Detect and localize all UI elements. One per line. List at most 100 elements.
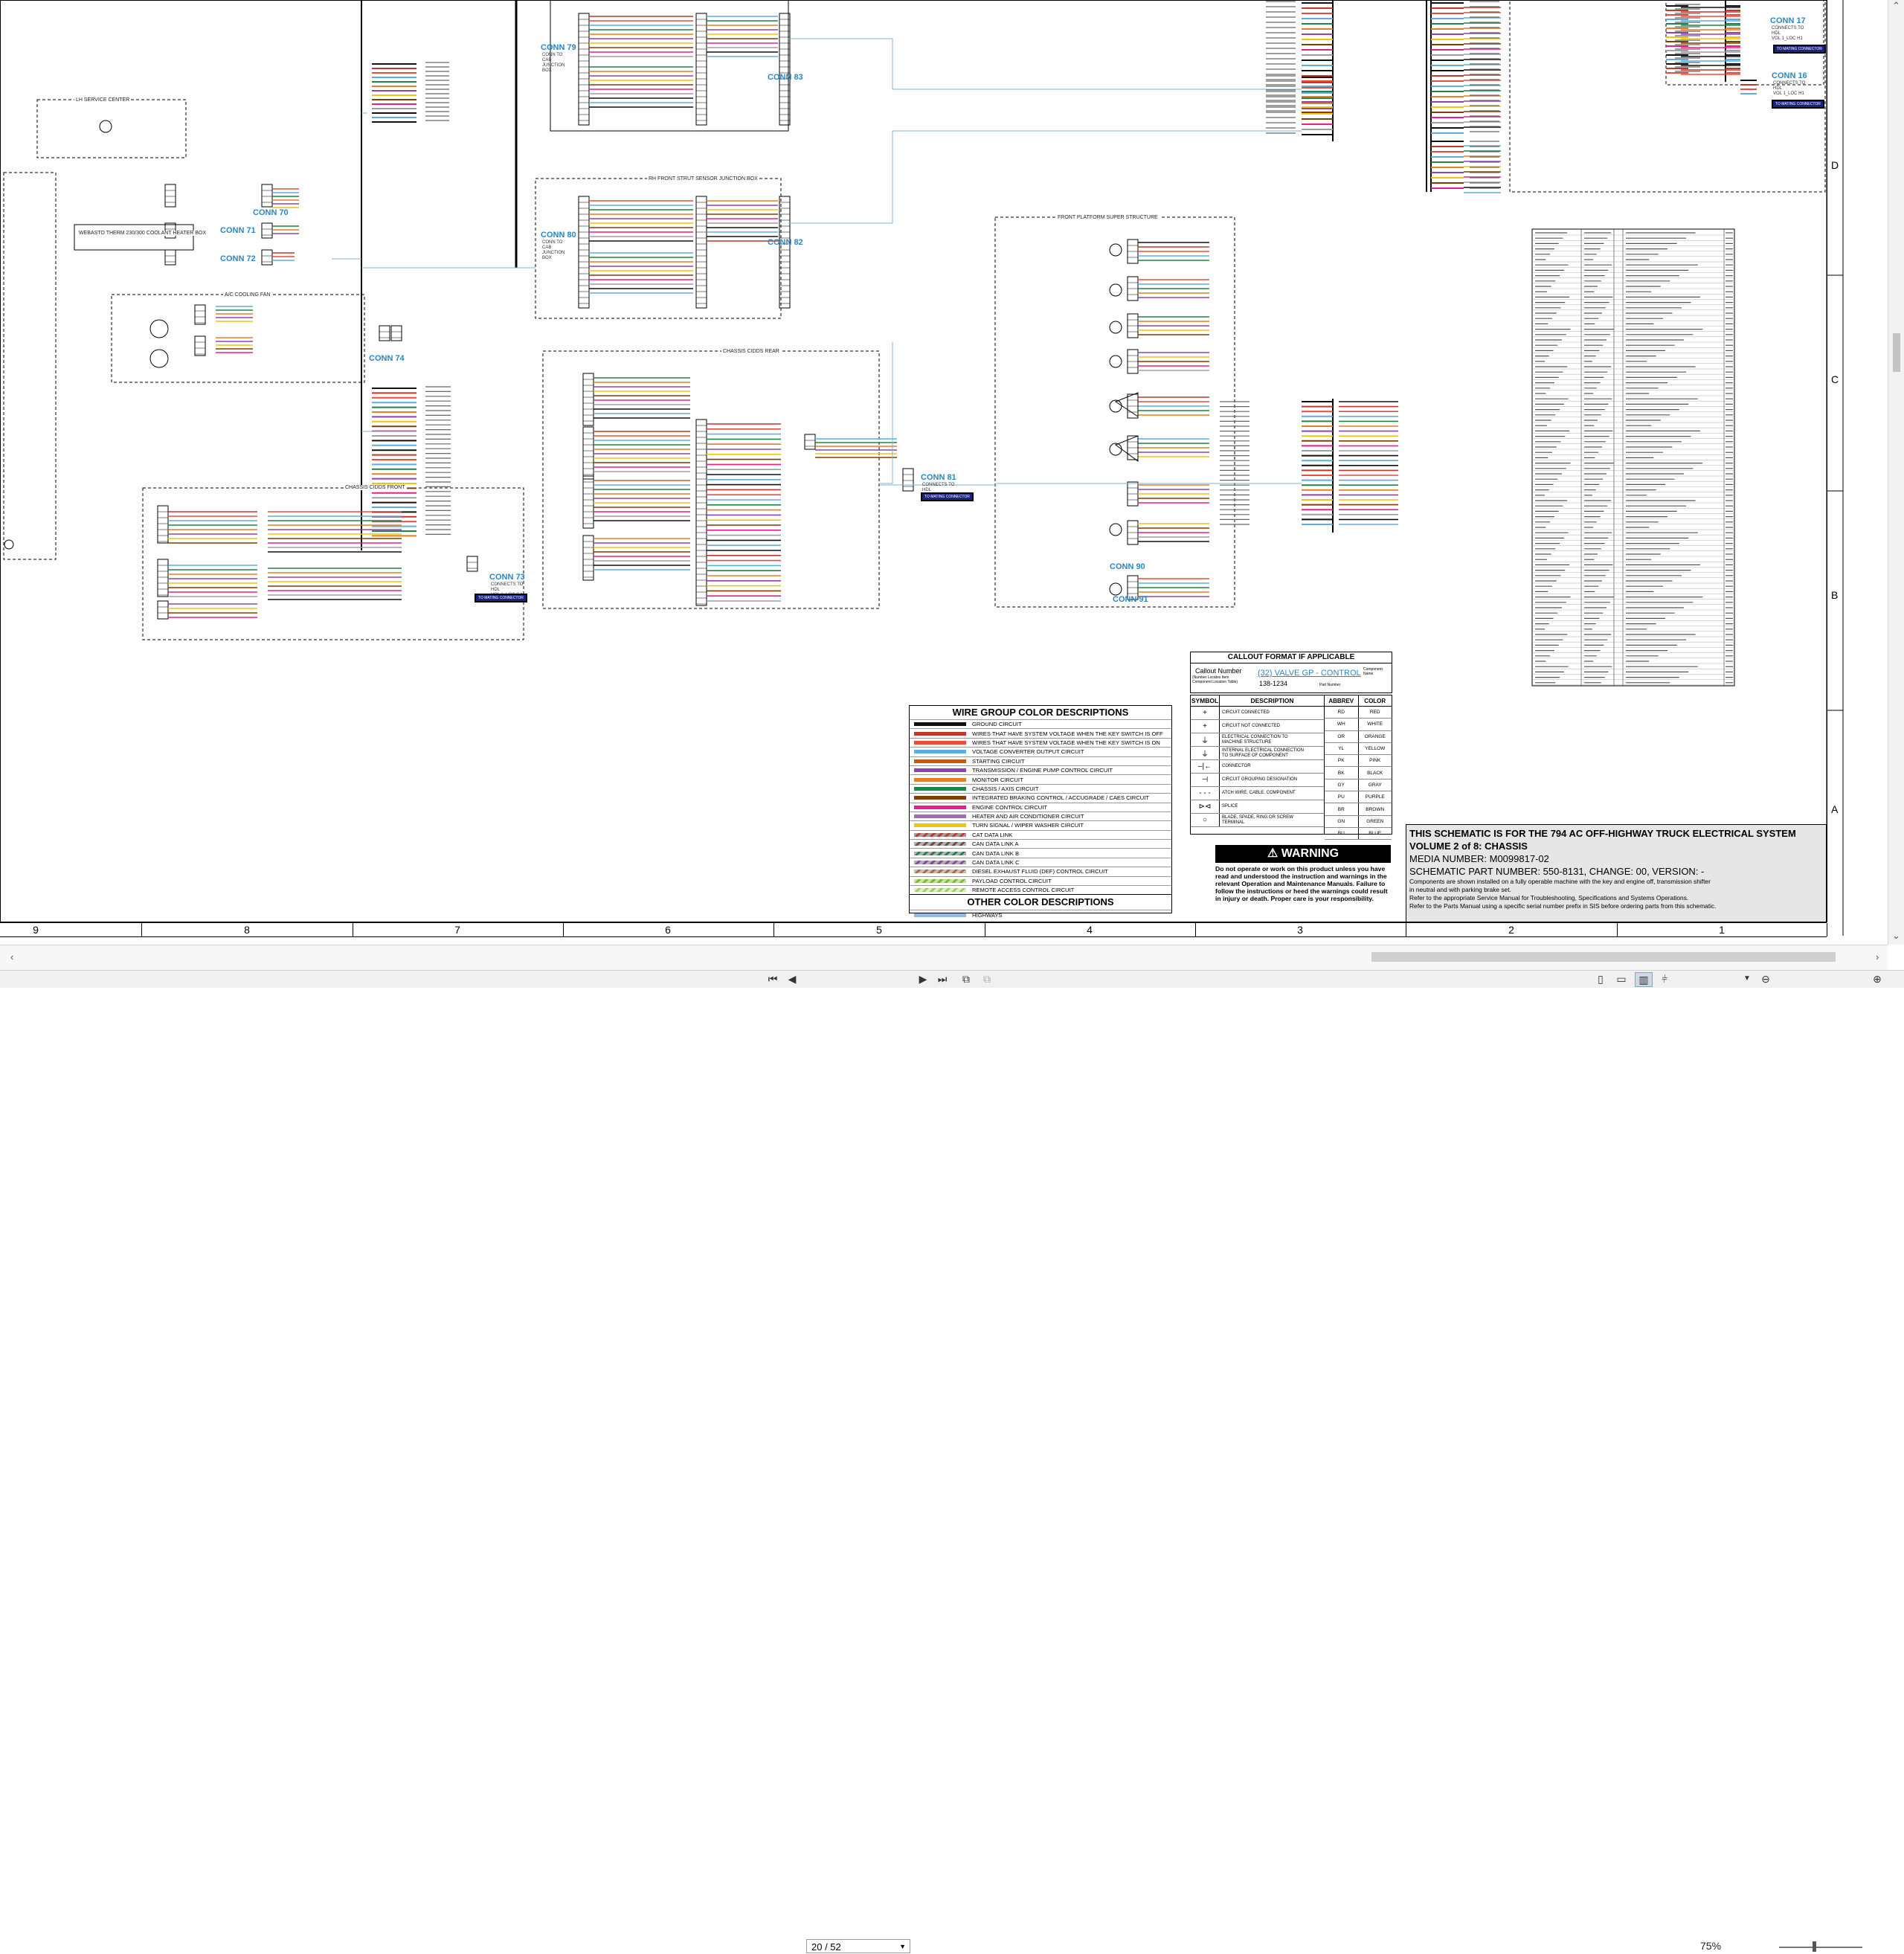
horizontal-scrollbar[interactable]: ‹ ›: [0, 945, 1888, 971]
prev-page-icon[interactable]: ◀: [785, 972, 799, 986]
legend-swatch: [914, 722, 966, 727]
zone-row-label: B: [1831, 589, 1839, 601]
symbol-description: ELECTRICAL CONNECTION TO MACHINE STRUCTU…: [1222, 735, 1288, 745]
legend-swatch: [914, 796, 966, 800]
connector-label-c91[interactable]: CONN 91: [1113, 595, 1148, 604]
legend-row: HEATER AND AIR CONDITIONER CIRCUIT: [910, 811, 1171, 820]
legend-row: TURN SIGNAL / WIPER WASHER CIRCUIT: [910, 820, 1171, 829]
connector-label-c17[interactable]: CONN 17: [1770, 16, 1806, 25]
legend-swatch: [914, 814, 966, 819]
legend-swatch: [914, 823, 966, 828]
title-note-1: Components are shown installed on a full…: [1409, 878, 1711, 885]
title-block: THIS SCHEMATIC IS FOR THE 794 AC OFF-HIG…: [1406, 824, 1827, 922]
callout-part-label: Part Number: [1319, 683, 1341, 687]
last-page-icon[interactable]: ⏭: [936, 972, 949, 986]
vertical-scroll-thumb[interactable]: [1893, 333, 1900, 372]
symbol-col-header: SYMBOL: [1191, 695, 1220, 706]
box-title: LH SERVICE CENTER: [74, 97, 132, 103]
mating-connector-badge[interactable]: TO MATING CONNECTOR: [921, 492, 974, 501]
legend-swatch: [914, 870, 966, 874]
symbol-glyph: ⊣: [1191, 774, 1220, 786]
zoom-out-icon[interactable]: ⊖: [1758, 972, 1773, 986]
connector-label-c74[interactable]: CONN 74: [369, 354, 405, 363]
legend-row: TRANSMISSION / ENGINE PUMP CONTROL CIRCU…: [910, 765, 1171, 774]
first-page-icon[interactable]: ⏮: [766, 972, 779, 986]
zoom-in-icon[interactable]: ⊕: [1870, 972, 1885, 986]
two-page-view-icon[interactable]: ▥: [1635, 972, 1653, 987]
legend-label: CHASSIS / AXIS CIRCUIT: [972, 785, 1039, 792]
symbol-description: SPLICE: [1222, 804, 1238, 809]
legend-label: REMOTE ACCESS CONTROL CIRCUIT: [972, 887, 1075, 894]
title-note-3: Refer to the appropriate Service Manual …: [1409, 894, 1689, 902]
callout-number-label: Callout Number: [1195, 667, 1242, 675]
abbrev-code: OR: [1325, 730, 1359, 742]
zoom-slider[interactable]: [1779, 1947, 1862, 1948]
legend-swatch: [914, 750, 966, 754]
callout-format-box: CALLOUT FORMAT IF APPLICABLE Callout Num…: [1190, 652, 1392, 693]
single-page-view-icon[interactable]: ▯: [1593, 972, 1608, 986]
fit-page-icon[interactable]: ⧉: [958, 972, 974, 986]
zoom-slider-handle[interactable]: [1813, 1941, 1816, 1952]
scroll-left-icon[interactable]: ‹: [10, 951, 13, 962]
legend-row: STARTING CIRCUIT: [910, 756, 1171, 765]
mating-connector-badge[interactable]: TO MATING CONNECTOR: [1772, 100, 1824, 109]
connector-label-c71[interactable]: CONN 71: [220, 226, 256, 235]
warning-banner: ⚠ WARNING: [1215, 845, 1391, 863]
wire-color-legend: WIRE GROUP COLOR DESCRIPTIONS GROUND CIR…: [909, 705, 1172, 919]
symbol-glyph: ⊳⊲: [1191, 800, 1220, 813]
chevron-down-icon[interactable]: ▼: [899, 1940, 906, 1954]
legend-label: INTEGRATED BRAKING CONTROL / ACCUGRADE /…: [972, 794, 1149, 802]
legend-row: PAYLOAD CONTROL CIRCUIT: [910, 875, 1171, 885]
page-indicator: 20 / 52: [811, 1941, 841, 1953]
next-page-icon[interactable]: ▶: [916, 972, 930, 986]
symbol-description: CONNECTOR: [1222, 764, 1251, 769]
abbrev-code: BU: [1325, 827, 1359, 840]
connector-label-c70[interactable]: CONN 70: [253, 208, 289, 217]
connector-label-c82[interactable]: CONN 82: [768, 238, 803, 247]
zoom-level[interactable]: 75%: [1700, 1940, 1721, 1952]
box-title: WEBASTO THERM 230/300 COOLANT HEATER BOX: [77, 231, 208, 236]
abbrev-color: ORANGE: [1364, 733, 1386, 739]
horizontal-scroll-thumb[interactable]: [1371, 952, 1836, 962]
continuous-view-icon[interactable]: ▭: [1614, 972, 1629, 986]
zoom-dropdown-icon[interactable]: ▼: [1742, 972, 1752, 986]
box-title: FRONT PLATFORM SUPER STRUCTURE: [1056, 215, 1160, 220]
connector-label-c79[interactable]: CONN 79: [541, 43, 576, 52]
zone-column-label: 1: [1719, 924, 1725, 936]
viewer-toolbar: ⏮ ◀ 20 / 52 ▼ ▶ ⏭ ⧉ ⧉ ▯ ▭ ▥ ⫩ 75% ▼ ⊖ ⊕: [0, 970, 1904, 1953]
abbrev-code: YL: [1325, 742, 1359, 755]
symbol-row: ⊣ CIRCUIT GROUPING DESIGNATION: [1191, 774, 1325, 787]
zone-row-label: C: [1831, 373, 1839, 385]
abbrev-row: PU PURPLE: [1325, 791, 1392, 804]
connector-label-c73[interactable]: CONN 73: [489, 573, 525, 582]
abbrev-code: GN: [1325, 815, 1359, 827]
legend-row: CAT DATA LINK: [910, 829, 1171, 839]
fit-width-icon[interactable]: ⧉: [979, 972, 995, 986]
legend-swatch: [914, 777, 966, 782]
abbrev-color: RED: [1369, 710, 1380, 716]
callout-component-name: Component Name: [1363, 667, 1383, 676]
legend-label: VOLTAGE CONVERTER OUTPUT CIRCUIT: [972, 748, 1084, 756]
abbrev-color: PINK: [1369, 758, 1381, 764]
connector-label-c83[interactable]: CONN 83: [768, 73, 803, 82]
connector-label-c81[interactable]: CONN 81: [921, 473, 956, 482]
vertical-scrollbar[interactable]: ⌃ ⌄: [1888, 0, 1904, 945]
symbol-glyph: +: [1191, 720, 1220, 733]
scroll-right-icon[interactable]: ›: [1876, 951, 1879, 962]
abbrev-row: GY GRAY: [1325, 779, 1392, 792]
mating-connector-badge[interactable]: TO MATING CONNECTOR: [475, 594, 527, 602]
page-number-input[interactable]: 20 / 52 ▼: [806, 1939, 910, 1953]
connector-label-c90[interactable]: CONN 90: [1110, 562, 1145, 571]
box-title: RH FRONT STRUT SENSOR JUNCTION BOX: [647, 176, 759, 181]
connector-label-c72[interactable]: CONN 72: [220, 254, 256, 263]
symbol-row: –|← CONNECTOR: [1191, 760, 1325, 774]
connector-label-c16[interactable]: CONN 16: [1772, 71, 1807, 80]
symbol-glyph: - - -: [1191, 787, 1220, 800]
mating-connector-badge[interactable]: TO MATING CONNECTOR: [1773, 45, 1826, 54]
scroll-up-icon[interactable]: ⌃: [1892, 0, 1900, 12]
split-view-icon[interactable]: ⫩: [1657, 972, 1672, 986]
legend-row: WIRES THAT HAVE SYSTEM VOLTAGE WHEN THE …: [910, 728, 1171, 737]
box-title: CHASSIS CIDDS FRONT: [344, 485, 407, 490]
connector-label-c80[interactable]: CONN 80: [541, 231, 576, 240]
scroll-down-icon[interactable]: ⌄: [1892, 930, 1900, 942]
